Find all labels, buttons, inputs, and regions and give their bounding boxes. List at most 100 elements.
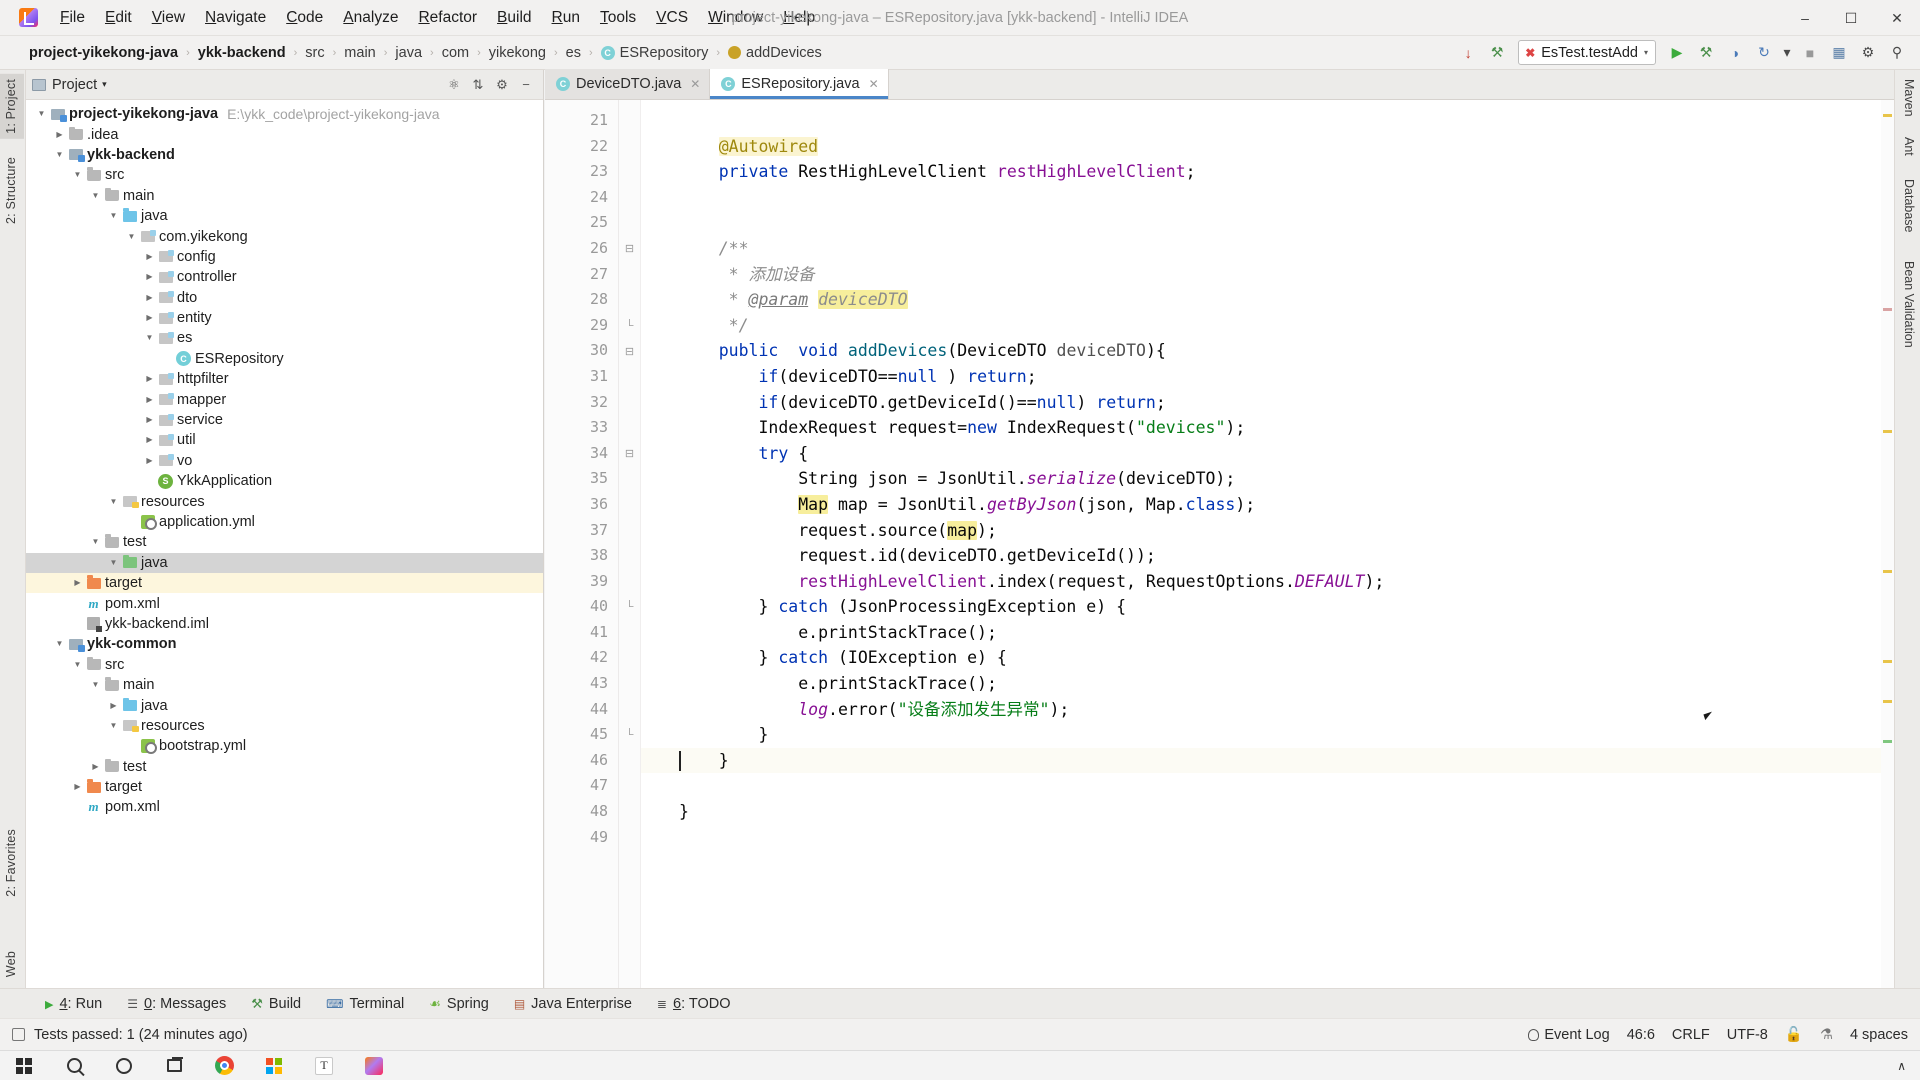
breadcrumb-item-esrepository[interactable]: C ESRepository [594,42,716,64]
text-editor-icon[interactable]: T [300,1051,348,1080]
coverage-button[interactable]: ◑ [1722,40,1748,66]
chevron-down-icon[interactable]: ▼ [124,227,139,247]
cortana-icon[interactable] [100,1051,148,1080]
run-configuration-selector[interactable]: ✖ EsTest.testAdd ▾ [1518,40,1656,65]
menu-analyze[interactable]: Analyze [334,5,407,31]
tree-node-pom-xml[interactable]: m pom.xml [26,797,543,817]
tree-node-ykk-backend-iml[interactable]: ykk-backend.iml [26,614,543,634]
chevron-down-icon[interactable]: ▼ [88,675,103,695]
menu-file[interactable]: File [51,5,94,31]
toolwindow-structure[interactable]: 2: Structure [0,152,24,229]
code-line[interactable]: */ [641,313,1894,339]
chevron-down-icon[interactable]: ▼ [52,634,67,654]
task-view-icon[interactable] [150,1051,198,1080]
breadcrumb-item-yikekong[interactable]: yikekong [482,42,553,64]
chevron-right-icon[interactable]: ▶ [142,410,157,430]
project-tree[interactable]: ▼ project-yikekong-java E:\ykk_code\projec… [26,100,543,988]
tree-node-mapper[interactable]: ▶ mapper [26,389,543,409]
bottom-tool-terminal[interactable]: ⌨ Terminal [315,993,415,1015]
hide-icon[interactable]: − [515,74,537,96]
breadcrumb-item-adddevices[interactable]: addDevices [721,42,829,64]
code-line[interactable] [641,825,1894,851]
event-log-button[interactable]: Event Log [1528,1027,1610,1043]
editor-tab-devicedto-java[interactable]: C DeviceDTO.java ✕ [545,69,711,99]
code-line[interactable]: public void addDevices(DeviceDTO deviceD… [641,338,1894,364]
breadcrumb-item-src[interactable]: src [298,42,331,64]
tree-node-main[interactable]: ▼ main [26,675,543,695]
tray-expand-caret[interactable]: ∧ [1897,1059,1906,1073]
search-icon[interactable]: ⚲ [1884,40,1910,66]
menu-run[interactable]: Run [543,5,589,31]
chevron-right-icon[interactable]: ▶ [142,308,157,328]
tree-node-ykkapplication[interactable]: S YkkApplication [26,471,543,491]
toolwindow-favorites[interactable]: 2: Favorites [0,824,24,902]
code-line[interactable]: Map map = JsonUtil.getByJson(json, Map.c… [641,492,1894,518]
tree-node-ykk-common[interactable]: ▼ ykk-common [26,634,543,654]
tree-node-project-yikekong-java[interactable]: ▼ project-yikekong-java E:\ykk_code\projec… [26,104,543,124]
breadcrumb-item-com[interactable]: com [435,42,476,64]
tree-node-entity[interactable]: ▶ entity [26,308,543,328]
code-line[interactable]: request.source(map); [641,518,1894,544]
chevron-down-icon[interactable]: ▼ [106,553,121,573]
code-editor[interactable]: 21 22 23☙ 24 25 26☰ 27 28 29 30 31 32 33 34 35 36 37 38 39… [545,100,1894,988]
tree-node-dto[interactable]: ▶ dto [26,288,543,308]
tree-node-httpfilter[interactable]: ▶ httpfilter [26,369,543,389]
code-line[interactable]: } [641,722,1894,748]
chevron-right-icon[interactable]: ▶ [142,430,157,450]
fold-handle[interactable]: └ [619,594,640,620]
code-line[interactable]: IndexRequest request=new IndexRequest("d… [641,415,1894,441]
gear-icon[interactable]: ⚙ [491,74,513,96]
code-line[interactable]: if(deviceDTO.getDeviceId()==null) return… [641,390,1894,416]
code-content[interactable]: @Autowired private RestHighLevelClient r… [641,100,1894,988]
code-line[interactable]: request.id(deviceDTO.getDeviceId()); [641,543,1894,569]
menu-view[interactable]: View [143,5,194,31]
code-line[interactable]: * @param deviceDTO [641,287,1894,313]
close-icon[interactable]: ✕ [869,77,879,91]
menu-code[interactable]: Code [277,5,332,31]
intellij-icon[interactable] [350,1051,398,1080]
chevron-right-icon[interactable]: ▶ [142,247,157,267]
chevron-right-icon[interactable]: ▶ [70,777,85,797]
tree-node-application-yml[interactable]: application.yml [26,512,543,532]
bottom-tool-java-enterprise[interactable]: ▤ Java Enterprise [503,993,643,1015]
tree-node-target[interactable]: ▶ target [26,572,543,594]
code-line[interactable]: } [641,799,1894,825]
chrome-icon[interactable] [200,1051,248,1080]
close-button[interactable]: ✕ [1874,0,1920,36]
tree-node-ykk-backend[interactable]: ▼ ykk-backend [26,145,543,165]
tree-node-java[interactable]: ▼ java [26,206,543,226]
chevron-down-icon[interactable]: ▾ [102,79,107,90]
tree-node-es[interactable]: ▼ es [26,328,543,348]
editor-scrollbar[interactable] [1881,100,1894,988]
minimize-button[interactable]: – [1782,0,1828,36]
project-panel-title[interactable]: Project [52,77,97,93]
start-icon[interactable] [0,1051,48,1080]
chevron-down-icon[interactable]: ▼ [52,145,67,165]
code-line[interactable] [641,210,1894,236]
download-icon[interactable]: ↓ [1455,40,1481,66]
line-separator[interactable]: CRLF [1672,1027,1710,1043]
code-line[interactable] [641,108,1894,134]
toolwindow-web[interactable]: Web [0,946,24,982]
stop-button[interactable]: ■ [1797,40,1823,66]
menu-edit[interactable]: Edit [96,5,141,31]
code-line[interactable]: e.printStackTrace(); [641,671,1894,697]
menu-tools[interactable]: Tools [591,5,645,31]
tree-node-pom-xml[interactable]: m pom.xml [26,593,543,613]
code-line[interactable]: } [641,747,1894,774]
code-line[interactable]: String json = JsonUtil.serialize(deviceD… [641,466,1894,492]
code-line[interactable]: * 添加设备 [641,262,1894,288]
menu-window[interactable]: Window [699,5,772,31]
lock-icon[interactable]: 🔓 [1785,1026,1803,1043]
tree-node-src[interactable]: ▼ src [26,165,543,185]
search-icon[interactable] [50,1051,98,1080]
menu-bar[interactable]: File Edit View Navigate Code Analyze Refactor B… [50,5,825,31]
menu-help[interactable]: Help [774,5,824,31]
chevron-down-icon[interactable]: ▾ [1644,48,1648,57]
fold-handle[interactable]: ⊟ [619,441,640,467]
tree-node-com-yikekong[interactable]: ▼ com.yikekong [26,226,543,246]
chevron-down-icon[interactable]: ▼ [88,186,103,206]
code-line[interactable]: log.error("设备添加发生异常"); [641,697,1894,723]
chevron-right-icon[interactable]: ▶ [142,369,157,389]
chevron-right-icon[interactable]: ▶ [106,696,121,716]
